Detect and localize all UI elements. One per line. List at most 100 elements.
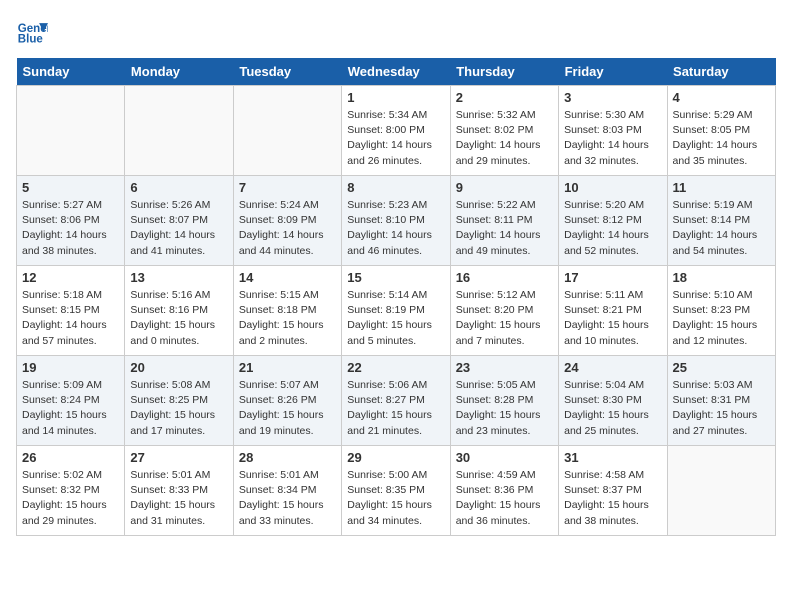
day-info: Sunrise: 5:09 AM Sunset: 8:24 PM Dayligh… — [22, 378, 119, 439]
calendar-cell: 2Sunrise: 5:32 AM Sunset: 8:02 PM Daylig… — [450, 86, 558, 176]
day-info: Sunrise: 5:11 AM Sunset: 8:21 PM Dayligh… — [564, 288, 661, 349]
day-header-monday: Monday — [125, 58, 233, 86]
calendar-cell: 1 Sunrise: 5:34 AM Sunset: 8:00 PM Daylig… — [342, 86, 450, 176]
day-number: 25 — [673, 360, 770, 375]
svg-text:Blue: Blue — [18, 34, 44, 46]
day-info: Sunrise: 5:12 AM Sunset: 8:20 PM Dayligh… — [456, 288, 553, 349]
day-number: 6 — [130, 180, 227, 195]
day-number: 7 — [239, 180, 336, 195]
day-info: Sunrise: 5:30 AM Sunset: 8:03 PM Dayligh… — [564, 108, 661, 169]
calendar-cell: 31Sunrise: 4:58 AM Sunset: 8:37 PM Dayli… — [559, 446, 667, 536]
day-number: 9 — [456, 180, 553, 195]
calendar-cell: 17 Sunrise: 5:11 AM Sunset: 8:21 PM Dayli… — [559, 266, 667, 356]
day-number: 24 — [564, 360, 661, 375]
calendar-cell — [125, 86, 233, 176]
calendar-cell — [233, 86, 341, 176]
day-info: Sunrise: 5:01 AM Sunset: 8:33 PM Dayligh… — [130, 468, 227, 529]
day-header-friday: Friday — [559, 58, 667, 86]
day-info: Sunrise: 5:05 AM Sunset: 8:28 PM Dayligh… — [456, 378, 553, 439]
day-info: Sunrise: 5:26 AM Sunset: 8:07 PM Dayligh… — [130, 198, 227, 259]
day-number: 21 — [239, 360, 336, 375]
day-number: 1 — [347, 90, 444, 105]
day-number: 19 — [22, 360, 119, 375]
calendar-cell: 18Sunrise: 5:10 AM Sunset: 8:23 PM Dayli… — [667, 266, 775, 356]
calendar-cell: 12 Sunrise: 5:18 AM Sunset: 8:15 PM Dayli… — [17, 266, 125, 356]
calendar-cell: 6 Sunrise: 5:26 AM Sunset: 8:07 PM Daylig… — [125, 176, 233, 266]
calendar-cell: 26Sunrise: 5:02 AM Sunset: 8:32 PM Dayli… — [17, 446, 125, 536]
day-info: Sunrise: 5:15 AM Sunset: 8:18 PM Dayligh… — [239, 288, 336, 349]
day-header-saturday: Saturday — [667, 58, 775, 86]
page-header: General Blue — [16, 16, 776, 48]
day-header-sunday: Sunday — [17, 58, 125, 86]
day-info: Sunrise: 5:03 AM Sunset: 8:31 PM Dayligh… — [673, 378, 770, 439]
day-info: Sunrise: 5:14 AM Sunset: 8:19 PM Dayligh… — [347, 288, 444, 349]
calendar-cell: 28 Sunrise: 5:01 AM Sunset: 8:34 PM Dayli… — [233, 446, 341, 536]
calendar-cell: 4 Sunrise: 5:29 AM Sunset: 8:05 PM Daylig… — [667, 86, 775, 176]
day-info: Sunrise: 5:08 AM Sunset: 8:25 PM Dayligh… — [130, 378, 227, 439]
day-number: 14 — [239, 270, 336, 285]
day-header-wednesday: Wednesday — [342, 58, 450, 86]
day-info: Sunrise: 5:07 AM Sunset: 8:26 PM Dayligh… — [239, 378, 336, 439]
calendar-cell: 13 Sunrise: 5:16 AM Sunset: 8:16 PM Dayli… — [125, 266, 233, 356]
day-number: 20 — [130, 360, 227, 375]
day-number: 11 — [673, 180, 770, 195]
calendar-cell: 30 Sunrise: 4:59 AM Sunset: 8:36 PM Dayli… — [450, 446, 558, 536]
day-info: Sunrise: 5:00 AM Sunset: 8:35 PM Dayligh… — [347, 468, 444, 529]
calendar-cell: 21 Sunrise: 5:07 AM Sunset: 8:26 PM Dayli… — [233, 356, 341, 446]
day-number: 5 — [22, 180, 119, 195]
day-info: Sunrise: 5:20 AM Sunset: 8:12 PM Dayligh… — [564, 198, 661, 259]
day-number: 28 — [239, 450, 336, 465]
calendar-cell: 20 Sunrise: 5:08 AM Sunset: 8:25 PM Dayli… — [125, 356, 233, 446]
logo: General Blue — [16, 16, 52, 48]
calendar-cell: 8 Sunrise: 5:23 AM Sunset: 8:10 PM Daylig… — [342, 176, 450, 266]
calendar-cell — [17, 86, 125, 176]
calendar-cell: 3 Sunrise: 5:30 AM Sunset: 8:03 PM Daylig… — [559, 86, 667, 176]
calendar-cell: 15 Sunrise: 5:14 AM Sunset: 8:19 PM Dayli… — [342, 266, 450, 356]
day-info: Sunrise: 5:24 AM Sunset: 8:09 PM Dayligh… — [239, 198, 336, 259]
day-number: 10 — [564, 180, 661, 195]
calendar-cell: 19 Sunrise: 5:09 AM Sunset: 8:24 PM Dayli… — [17, 356, 125, 446]
day-info: Sunrise: 5:29 AM Sunset: 8:05 PM Dayligh… — [673, 108, 770, 169]
day-number: 8 — [347, 180, 444, 195]
day-info: Sunrise: 5:16 AM Sunset: 8:16 PM Dayligh… — [130, 288, 227, 349]
calendar-cell: 9 Sunrise: 5:22 AM Sunset: 8:11 PM Daylig… — [450, 176, 558, 266]
calendar-cell: 5 Sunrise: 5:27 AM Sunset: 8:06 PM Daylig… — [17, 176, 125, 266]
calendar-cell: 27 Sunrise: 5:01 AM Sunset: 8:33 PM Dayli… — [125, 446, 233, 536]
day-header-thursday: Thursday — [450, 58, 558, 86]
calendar-cell: 7 Sunrise: 5:24 AM Sunset: 8:09 PM Daylig… — [233, 176, 341, 266]
day-header-tuesday: Tuesday — [233, 58, 341, 86]
day-number: 23 — [456, 360, 553, 375]
calendar-cell: 24 Sunrise: 5:04 AM Sunset: 8:30 PM Dayli… — [559, 356, 667, 446]
calendar-cell: 14 Sunrise: 5:15 AM Sunset: 8:18 PM Dayli… — [233, 266, 341, 356]
calendar-cell: 16Sunrise: 5:12 AM Sunset: 8:20 PM Dayli… — [450, 266, 558, 356]
day-info: Sunrise: 4:58 AM Sunset: 8:37 PM Dayligh… — [564, 468, 661, 529]
day-info: Sunrise: 4:59 AM Sunset: 8:36 PM Dayligh… — [456, 468, 553, 529]
calendar-cell — [667, 446, 775, 536]
calendar-cell: 29Sunrise: 5:00 AM Sunset: 8:35 PM Dayli… — [342, 446, 450, 536]
day-info: Sunrise: 5:01 AM Sunset: 8:34 PM Dayligh… — [239, 468, 336, 529]
day-number: 3 — [564, 90, 661, 105]
day-number: 30 — [456, 450, 553, 465]
day-info: Sunrise: 5:18 AM Sunset: 8:15 PM Dayligh… — [22, 288, 119, 349]
calendar-table: SundayMondayTuesdayWednesdayThursdayFrid… — [16, 58, 776, 536]
calendar-cell: 11Sunrise: 5:19 AM Sunset: 8:14 PM Dayli… — [667, 176, 775, 266]
day-number: 17 — [564, 270, 661, 285]
day-info: Sunrise: 5:23 AM Sunset: 8:10 PM Dayligh… — [347, 198, 444, 259]
day-info: Sunrise: 5:27 AM Sunset: 8:06 PM Dayligh… — [22, 198, 119, 259]
day-info: Sunrise: 5:22 AM Sunset: 8:11 PM Dayligh… — [456, 198, 553, 259]
calendar-cell: 10 Sunrise: 5:20 AM Sunset: 8:12 PM Dayli… — [559, 176, 667, 266]
day-number: 26 — [22, 450, 119, 465]
day-number: 22 — [347, 360, 444, 375]
day-number: 4 — [673, 90, 770, 105]
day-number: 12 — [22, 270, 119, 285]
day-number: 27 — [130, 450, 227, 465]
day-info: Sunrise: 5:34 AM Sunset: 8:00 PM Dayligh… — [347, 108, 444, 169]
day-info: Sunrise: 5:06 AM Sunset: 8:27 PM Dayligh… — [347, 378, 444, 439]
logo-icon: General Blue — [16, 16, 48, 48]
day-number: 18 — [673, 270, 770, 285]
calendar-cell: 23 Sunrise: 5:05 AM Sunset: 8:28 PM Dayli… — [450, 356, 558, 446]
day-number: 13 — [130, 270, 227, 285]
day-info: Sunrise: 5:04 AM Sunset: 8:30 PM Dayligh… — [564, 378, 661, 439]
day-number: 2 — [456, 90, 553, 105]
day-number: 15 — [347, 270, 444, 285]
